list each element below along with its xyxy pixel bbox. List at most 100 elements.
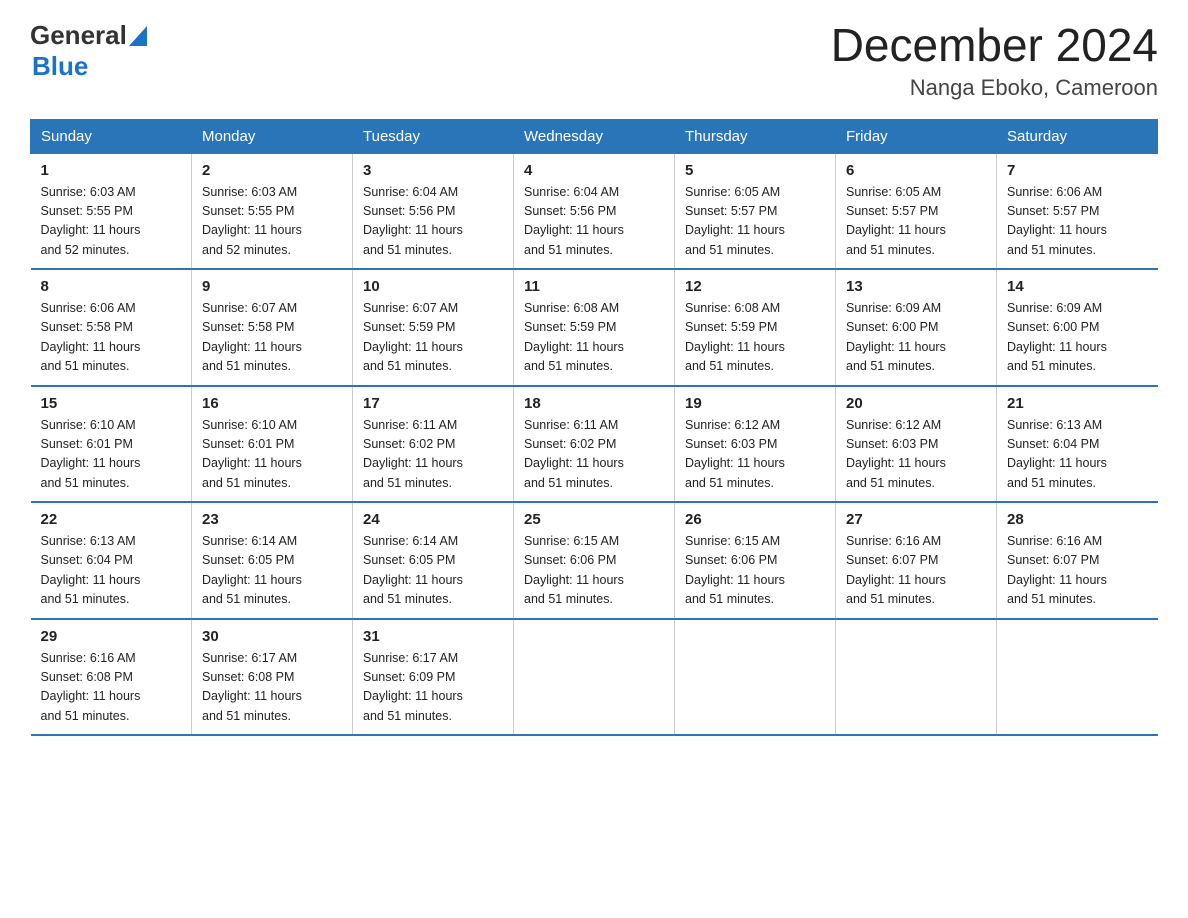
- day-number: 16: [202, 395, 342, 412]
- calendar-cell: 11Sunrise: 6:08 AM Sunset: 5:59 PM Dayli…: [514, 269, 675, 386]
- calendar-cell: 31 Sunrise: 6:17 AM Sunset: 6:09 PM Dayli…: [353, 619, 514, 736]
- page-header: General Blue December 2024 Nanga Eboko, …: [30, 20, 1158, 101]
- day-info: Sunrise: 6:08 AM Sunset: 5:59 PM Dayligh…: [685, 299, 825, 377]
- day-info: Sunrise: 6:09 AM Sunset: 6:00 PM Dayligh…: [1007, 299, 1148, 377]
- weekday-header-thursday: Thursday: [675, 119, 836, 153]
- day-info: Sunrise: 6:13 AM Sunset: 6:04 PM Dayligh…: [1007, 416, 1148, 494]
- calendar-cell: 14 Sunrise: 6:09 AM Sunset: 6:00 PM Dayli…: [997, 269, 1158, 386]
- day-info: Sunrise: 6:07 AM Sunset: 5:58 PM Dayligh…: [202, 299, 342, 377]
- weekday-header-monday: Monday: [192, 119, 353, 153]
- calendar-cell: 1 Sunrise: 6:03 AM Sunset: 5:55 PM Daylig…: [31, 153, 192, 269]
- logo-blue-text: Blue: [32, 51, 147, 82]
- day-number: 9: [202, 278, 342, 295]
- calendar-cell: 26 Sunrise: 6:15 AM Sunset: 6:06 PM Dayli…: [675, 502, 836, 619]
- calendar-cell: 13 Sunrise: 6:09 AM Sunset: 6:00 PM Dayli…: [836, 269, 997, 386]
- day-number: 13: [846, 278, 986, 295]
- day-info: Sunrise: 6:15 AM Sunset: 6:06 PM Dayligh…: [524, 532, 664, 610]
- day-info: Sunrise: 6:05 AM Sunset: 5:57 PM Dayligh…: [846, 183, 986, 261]
- day-number: 2: [202, 162, 342, 179]
- calendar-cell: 23 Sunrise: 6:14 AM Sunset: 6:05 PM Dayli…: [192, 502, 353, 619]
- calendar-cell: 7 Sunrise: 6:06 AM Sunset: 5:57 PM Daylig…: [997, 153, 1158, 269]
- calendar-cell: 29 Sunrise: 6:16 AM Sunset: 6:08 PM Dayli…: [31, 619, 192, 736]
- calendar-cell: [514, 619, 675, 736]
- calendar-cell: 22 Sunrise: 6:13 AM Sunset: 6:04 PM Dayli…: [31, 502, 192, 619]
- day-number: 23: [202, 511, 342, 528]
- day-info: Sunrise: 6:08 AM Sunset: 5:59 PM Dayligh…: [524, 299, 664, 377]
- page-subtitle: Nanga Eboko, Cameroon: [831, 75, 1158, 101]
- day-info: Sunrise: 6:03 AM Sunset: 5:55 PM Dayligh…: [202, 183, 342, 261]
- day-number: 31: [363, 628, 503, 645]
- day-number: 25: [524, 511, 664, 528]
- day-number: 30: [202, 628, 342, 645]
- day-number: 6: [846, 162, 986, 179]
- day-number: 27: [846, 511, 986, 528]
- day-info: Sunrise: 6:04 AM Sunset: 5:56 PM Dayligh…: [363, 183, 503, 261]
- calendar-header-row: SundayMondayTuesdayWednesdayThursdayFrid…: [31, 119, 1158, 153]
- day-number: 18: [524, 395, 664, 412]
- day-info: Sunrise: 6:06 AM Sunset: 5:58 PM Dayligh…: [41, 299, 182, 377]
- logo-triangle-icon: [129, 26, 147, 46]
- calendar-cell: 2 Sunrise: 6:03 AM Sunset: 5:55 PM Daylig…: [192, 153, 353, 269]
- calendar-cell: [997, 619, 1158, 736]
- calendar-cell: 12 Sunrise: 6:08 AM Sunset: 5:59 PM Dayli…: [675, 269, 836, 386]
- day-number: 19: [685, 395, 825, 412]
- day-number: 28: [1007, 511, 1148, 528]
- weekday-header-friday: Friday: [836, 119, 997, 153]
- calendar-cell: 18 Sunrise: 6:11 AM Sunset: 6:02 PM Dayli…: [514, 386, 675, 503]
- day-info: Sunrise: 6:16 AM Sunset: 6:07 PM Dayligh…: [1007, 532, 1148, 610]
- calendar-cell: 8 Sunrise: 6:06 AM Sunset: 5:58 PM Daylig…: [31, 269, 192, 386]
- calendar-cell: 15Sunrise: 6:10 AM Sunset: 6:01 PM Dayli…: [31, 386, 192, 503]
- day-info: Sunrise: 6:11 AM Sunset: 6:02 PM Dayligh…: [363, 416, 503, 494]
- logo-general-text: General: [30, 20, 127, 51]
- day-info: Sunrise: 6:06 AM Sunset: 5:57 PM Dayligh…: [1007, 183, 1148, 261]
- calendar-cell: [836, 619, 997, 736]
- day-number: 17: [363, 395, 503, 412]
- calendar-cell: 25 Sunrise: 6:15 AM Sunset: 6:06 PM Dayli…: [514, 502, 675, 619]
- day-number: 15: [41, 395, 182, 412]
- calendar-week-row: 8 Sunrise: 6:06 AM Sunset: 5:58 PM Daylig…: [31, 269, 1158, 386]
- day-number: 10: [363, 278, 503, 295]
- day-info: Sunrise: 6:16 AM Sunset: 6:07 PM Dayligh…: [846, 532, 986, 610]
- day-info: Sunrise: 6:14 AM Sunset: 6:05 PM Dayligh…: [202, 532, 342, 610]
- day-number: 8: [41, 278, 182, 295]
- calendar-cell: 4Sunrise: 6:04 AM Sunset: 5:56 PM Daylig…: [514, 153, 675, 269]
- day-info: Sunrise: 6:11 AM Sunset: 6:02 PM Dayligh…: [524, 416, 664, 494]
- day-number: 21: [1007, 395, 1148, 412]
- day-number: 24: [363, 511, 503, 528]
- weekday-header-wednesday: Wednesday: [514, 119, 675, 153]
- day-number: 4: [524, 162, 664, 179]
- day-info: Sunrise: 6:05 AM Sunset: 5:57 PM Dayligh…: [685, 183, 825, 261]
- day-number: 12: [685, 278, 825, 295]
- calendar-week-row: 15Sunrise: 6:10 AM Sunset: 6:01 PM Dayli…: [31, 386, 1158, 503]
- day-info: Sunrise: 6:16 AM Sunset: 6:08 PM Dayligh…: [41, 649, 182, 727]
- calendar-cell: 17 Sunrise: 6:11 AM Sunset: 6:02 PM Dayli…: [353, 386, 514, 503]
- day-number: 14: [1007, 278, 1148, 295]
- weekday-header-sunday: Sunday: [31, 119, 192, 153]
- day-number: 1: [41, 162, 182, 179]
- day-number: 7: [1007, 162, 1148, 179]
- day-number: 22: [41, 511, 182, 528]
- title-block: December 2024 Nanga Eboko, Cameroon: [831, 20, 1158, 101]
- calendar-cell: 24 Sunrise: 6:14 AM Sunset: 6:05 PM Dayli…: [353, 502, 514, 619]
- day-info: Sunrise: 6:03 AM Sunset: 5:55 PM Dayligh…: [41, 183, 182, 261]
- day-number: 29: [41, 628, 182, 645]
- calendar-cell: 27 Sunrise: 6:16 AM Sunset: 6:07 PM Dayli…: [836, 502, 997, 619]
- day-info: Sunrise: 6:13 AM Sunset: 6:04 PM Dayligh…: [41, 532, 182, 610]
- day-info: Sunrise: 6:07 AM Sunset: 5:59 PM Dayligh…: [363, 299, 503, 377]
- calendar-cell: 5 Sunrise: 6:05 AM Sunset: 5:57 PM Daylig…: [675, 153, 836, 269]
- calendar-week-row: 1 Sunrise: 6:03 AM Sunset: 5:55 PM Daylig…: [31, 153, 1158, 269]
- calendar-cell: 16Sunrise: 6:10 AM Sunset: 6:01 PM Dayli…: [192, 386, 353, 503]
- day-info: Sunrise: 6:09 AM Sunset: 6:00 PM Dayligh…: [846, 299, 986, 377]
- weekday-header-saturday: Saturday: [997, 119, 1158, 153]
- page-title: December 2024: [831, 20, 1158, 71]
- day-info: Sunrise: 6:15 AM Sunset: 6:06 PM Dayligh…: [685, 532, 825, 610]
- calendar-cell: 9 Sunrise: 6:07 AM Sunset: 5:58 PM Daylig…: [192, 269, 353, 386]
- day-info: Sunrise: 6:17 AM Sunset: 6:08 PM Dayligh…: [202, 649, 342, 727]
- day-info: Sunrise: 6:12 AM Sunset: 6:03 PM Dayligh…: [685, 416, 825, 494]
- day-number: 5: [685, 162, 825, 179]
- calendar-week-row: 29 Sunrise: 6:16 AM Sunset: 6:08 PM Dayli…: [31, 619, 1158, 736]
- calendar-table: SundayMondayTuesdayWednesdayThursdayFrid…: [30, 119, 1158, 737]
- day-number: 26: [685, 511, 825, 528]
- day-info: Sunrise: 6:14 AM Sunset: 6:05 PM Dayligh…: [363, 532, 503, 610]
- day-info: Sunrise: 6:17 AM Sunset: 6:09 PM Dayligh…: [363, 649, 503, 727]
